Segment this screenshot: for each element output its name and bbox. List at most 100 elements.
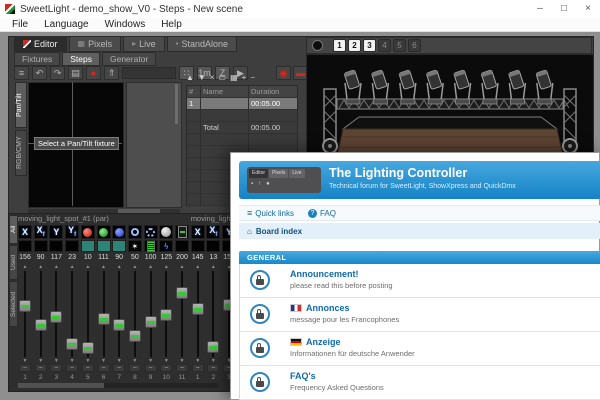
table-row[interactable]: 100:05.00 [187,98,297,110]
forum-link[interactable]: FAQ's [290,371,316,381]
minimize-button[interactable]: – [528,0,552,18]
maximize-button[interactable]: □ [552,0,576,18]
fader-knob[interactable] [50,311,62,323]
channel-swatch-meter[interactable] [144,240,158,252]
board-index-link[interactable]: Board index [256,227,302,236]
fader-knob[interactable] [160,309,172,321]
tab-standalone[interactable]: ▪StandAlone [167,36,237,52]
channel-swatch[interactable] [18,240,32,252]
fader-step-up[interactable]: ▲ [206,264,220,270]
channel-color-red-icon[interactable] [81,225,95,239]
scene-button-5[interactable]: 5 [393,39,406,52]
channel-color-blue-icon[interactable] [112,225,126,239]
fader-track[interactable] [65,271,79,357]
channel-swatch-teal[interactable] [81,240,95,252]
table-row-empty[interactable] [187,110,297,122]
channel-swatch[interactable] [49,240,63,252]
channel-swatch[interactable] [34,240,48,252]
quick-links-menu[interactable]: ≡ Quick links [247,208,294,218]
fader-knob[interactable] [207,341,219,353]
tab-editor[interactable]: Editor [14,36,67,52]
new-step-icon[interactable]: ▤ [68,66,83,80]
app-titlebar[interactable]: SweetLight - demo_show_V0 - Steps - New … [0,0,600,18]
channel-pan-icon[interactable]: X [18,225,32,239]
fader-step-up[interactable]: ▲ [112,264,126,270]
channel-curve-button[interactable]: ~ [145,364,157,372]
faq-link[interactable]: ? FAQ [308,209,336,218]
menu-help[interactable]: Help [153,19,190,30]
fader-knob[interactable] [98,313,110,325]
fader-track[interactable] [175,271,189,357]
fixture-list-panel[interactable] [126,82,182,208]
subtab-steps[interactable]: Steps [62,52,100,66]
channel-swatch-star[interactable]: ✶ [128,240,142,252]
fader-tab-used[interactable]: Used [9,245,18,280]
fader-track[interactable] [112,271,126,357]
channel-swatch[interactable] [191,240,205,252]
step-add-icon[interactable]: + [242,73,247,83]
step-remove-icon[interactable]: − [250,73,255,83]
fader-track[interactable] [144,271,158,357]
channel-curve-button[interactable]: ~ [113,364,125,372]
editor-tab-rgbcmy[interactable]: RGB/CMY [15,130,27,176]
scene-button-1[interactable]: 1 [333,39,346,52]
channel-level-meter-icon[interactable] [175,225,189,239]
channel-curve-button[interactable]: ~ [19,364,31,372]
fader-step-up[interactable]: ▲ [97,264,111,270]
channel-curve-button[interactable]: ~ [50,364,62,372]
channel-swatch-teal[interactable] [97,240,111,252]
fader-knob[interactable] [145,316,157,328]
step-paste-icon[interactable]: ▦ [230,73,238,83]
menu-windows[interactable]: Windows [97,19,154,30]
close-button[interactable]: × [576,0,600,18]
channel-swatch[interactable] [65,240,79,252]
fader-hscroll-thumb[interactable] [18,383,104,388]
fader-track[interactable] [97,271,111,357]
channel-curve-button[interactable]: ~ [207,364,219,372]
scene-button-6[interactable]: 6 [408,39,421,52]
fader-step-up[interactable]: ▲ [191,264,205,270]
step-up-icon[interactable]: ▲ [186,73,194,83]
fader-knob[interactable] [19,300,31,312]
channel-color-green-icon[interactable] [97,225,111,239]
channel-swatch[interactable] [206,240,220,252]
redo-icon[interactable]: ↷ [50,66,65,80]
channel-curve-button[interactable]: ~ [192,364,204,372]
channel-tilt-icon[interactable]: Y [49,225,63,239]
channel-iris-icon[interactable] [128,225,142,239]
step-delete-icon[interactable]: × [210,73,215,83]
forum-link[interactable]: Announcement! [290,269,359,279]
step-copy-icon[interactable]: ▭ [219,73,227,83]
forum-section-header[interactable]: GENERAL [239,251,600,264]
fader-track[interactable] [206,271,220,357]
undo-icon[interactable]: ↶ [32,66,47,80]
channel-curve-button[interactable]: ~ [98,364,110,372]
fader-knob[interactable] [176,287,188,299]
forum-row[interactable]: FAQ'sFrequency Asked Questions [240,365,600,399]
fader-step-up[interactable]: ▲ [81,264,95,270]
fader-tab-selected[interactable]: Selected [9,281,18,327]
fader-step-up[interactable]: ▲ [49,264,63,270]
record-step-icon[interactable]: ● [86,66,101,80]
fader-step-up[interactable]: ▲ [159,264,173,270]
menu-language[interactable]: Language [36,19,97,30]
subtab-generator[interactable]: Generator [102,52,156,66]
menu-file[interactable]: File [4,19,36,30]
channel-gobo-icon[interactable] [144,225,158,239]
scene-button-3[interactable]: 3 [363,39,376,52]
channel-curve-button[interactable]: ~ [129,364,141,372]
fader-knob[interactable] [66,338,78,350]
fader-track[interactable] [18,271,32,357]
fader-knob[interactable] [113,319,125,331]
fader-track[interactable] [128,271,142,357]
channel-swatch-teal[interactable] [112,240,126,252]
channel-pan-fine-icon[interactable]: Xf [206,225,220,239]
browser-window[interactable]: EditorPixelsLive ▪↑● The Lighting Contro… [230,152,600,400]
import-step-icon[interactable]: ⇑ [104,66,119,80]
channel-pan-icon[interactable]: X [191,225,205,239]
fader-track[interactable] [191,271,205,357]
editor-tab-pantilt[interactable]: Pan/Tilt [15,82,27,128]
channel-curve-button[interactable]: ~ [66,364,78,372]
step-down-icon[interactable]: ▼ [198,73,206,83]
fader-track[interactable] [81,271,95,357]
